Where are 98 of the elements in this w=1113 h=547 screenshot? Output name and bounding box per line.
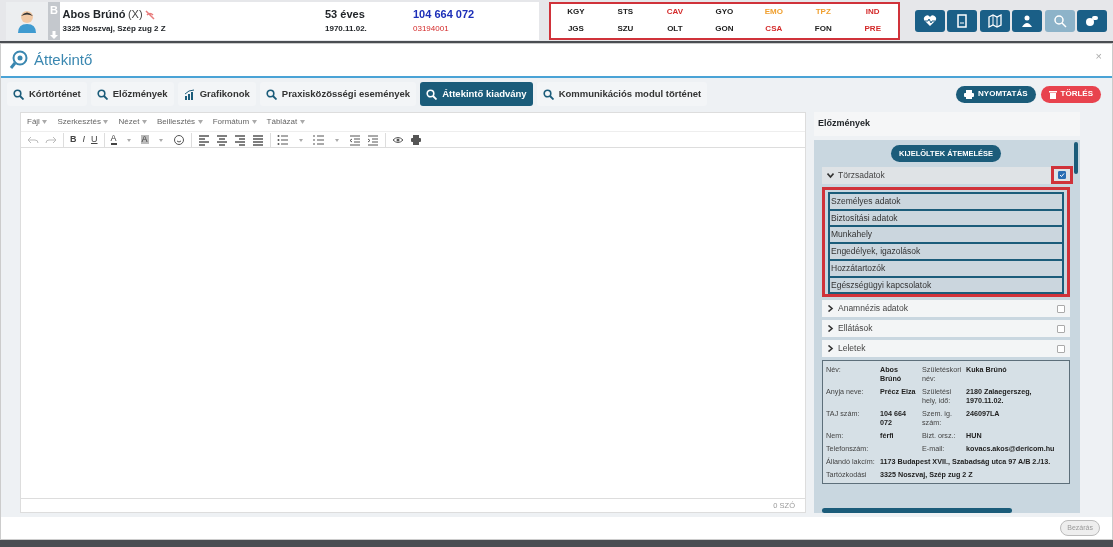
chevron-right-icon [827,345,834,353]
delete-button[interactable]: TÖRLÉS [1040,85,1101,103]
search-icon [96,88,108,100]
menu-item[interactable]: Fájl [27,116,48,128]
section-header[interactable]: Anamnézis adatok [822,300,1070,318]
section-title: Leletek [838,342,866,356]
risk-code: KGY [567,6,585,18]
checkbox[interactable] [1058,171,1066,180]
chevron-down-icon [827,171,834,179]
tab[interactable]: Előzmények [90,82,174,106]
toolbar-button[interactable] [1012,9,1042,32]
id-number: 03194001 [413,22,450,35]
menu-item[interactable]: Formátum [212,116,257,128]
format-button[interactable]: U [91,135,98,144]
risk-code: OLT [667,23,683,35]
risk-code: CAV [666,6,683,18]
pills-icon [1085,13,1099,28]
align-center-icon[interactable] [215,133,228,146]
risk-code: STS [617,6,634,18]
risk-code: SZU [617,23,634,35]
tab[interactable]: Praxisközösségi események [259,82,417,106]
search-icon [426,88,438,100]
section-header[interactable]: Ellátások [822,320,1070,338]
chevron-right-icon [827,325,834,333]
toolbar-button[interactable] [914,9,945,32]
checkmark-icon [1059,172,1065,179]
section-title: Ellátások [838,322,873,336]
menu-item[interactable]: Táblázat [266,116,305,128]
outdent-icon[interactable] [348,133,361,146]
modal-title: Áttekintő [34,49,93,70]
subsection-item[interactable]: Engedélyek, igazolások [828,242,1064,261]
section-header[interactable]: Törzsadatok [822,166,1070,184]
checkbox[interactable] [1057,324,1065,333]
trash-icon [1048,89,1057,99]
risk-code: CSA [765,23,783,35]
patient-initial: B [50,2,58,18]
map-icon [987,13,1002,28]
heart-icon [922,13,937,28]
search-icon [13,88,24,100]
caret-icon [251,120,257,124]
patient-address: 3325 Noszvaj, Szép zug 2 Z [62,22,167,35]
align-left-icon[interactable] [197,133,210,146]
format-button[interactable]: I [82,135,85,144]
risk-code: GYO [715,6,734,18]
section-title: Törzsadatok [838,168,885,182]
document-icon [955,13,969,28]
eye-magnifier-icon [9,50,29,70]
bullet-list-icon[interactable] [276,133,289,146]
highlight-button[interactable]: A [140,135,149,144]
risk-code: GON [715,23,734,35]
format-button[interactable]: B [70,135,77,144]
scrollbar-thumb[interactable] [822,508,1012,513]
print-button[interactable]: NYOMTATÁS [956,85,1036,103]
risk-code: TPZ [815,6,831,18]
caret-icon [141,120,147,124]
numbered-list-icon[interactable] [312,133,325,146]
risk-code: PRE [864,23,881,35]
smiley-icon[interactable] [172,133,185,146]
search-icon [265,88,277,100]
patient-age: 53 éves [325,7,366,23]
chevron-right-icon [827,305,834,313]
section-title: Anamnézis adatok [838,302,908,316]
risk-code: IND [865,6,880,18]
indent-icon[interactable] [366,133,379,146]
justify-icon[interactable] [251,133,264,146]
menu-item[interactable]: Beillesztés [156,116,203,128]
checkbox[interactable] [1057,304,1065,313]
caret-icon [299,120,305,124]
bar-chart-icon [183,88,195,100]
caret-icon [197,120,203,124]
toolbar-button[interactable] [947,9,977,32]
toolbar-button[interactable] [1077,9,1107,32]
align-right-icon[interactable] [233,133,246,146]
tab[interactable]: Grafikonok [177,82,256,106]
avatar-icon [16,8,38,33]
patient-name: Abos Brúnó [62,7,126,23]
panel-title: Előzmények [818,118,871,128]
tab[interactable]: Kommunikációs modul történet [536,82,708,106]
checkbox[interactable] [1057,344,1065,353]
person-icon [1020,13,1034,28]
risk-code: EMO [764,6,783,18]
section-header[interactable]: Leletek [822,340,1070,358]
toolbar-button[interactable] [979,9,1010,32]
search-icon [1052,13,1067,28]
text-color-button[interactable]: A [110,134,117,145]
menu-item[interactable]: Szerkesztés [57,116,109,128]
tab[interactable]: Áttekintő kiadvány [420,82,533,106]
menu-item[interactable]: Nézet [118,116,147,128]
birth-date: 1970.11.02. [325,22,368,35]
caret-icon [42,120,48,124]
taj-number: 104 664 072 [413,7,475,23]
patient-suffix: (X) [127,7,143,23]
tab[interactable]: Kórtörténet [7,82,87,106]
risk-code: FON [814,23,832,35]
scrollbar-thumb[interactable] [1074,141,1078,174]
search-icon [542,88,554,100]
caret-icon [103,120,109,124]
risk-code: JGS [567,23,584,35]
